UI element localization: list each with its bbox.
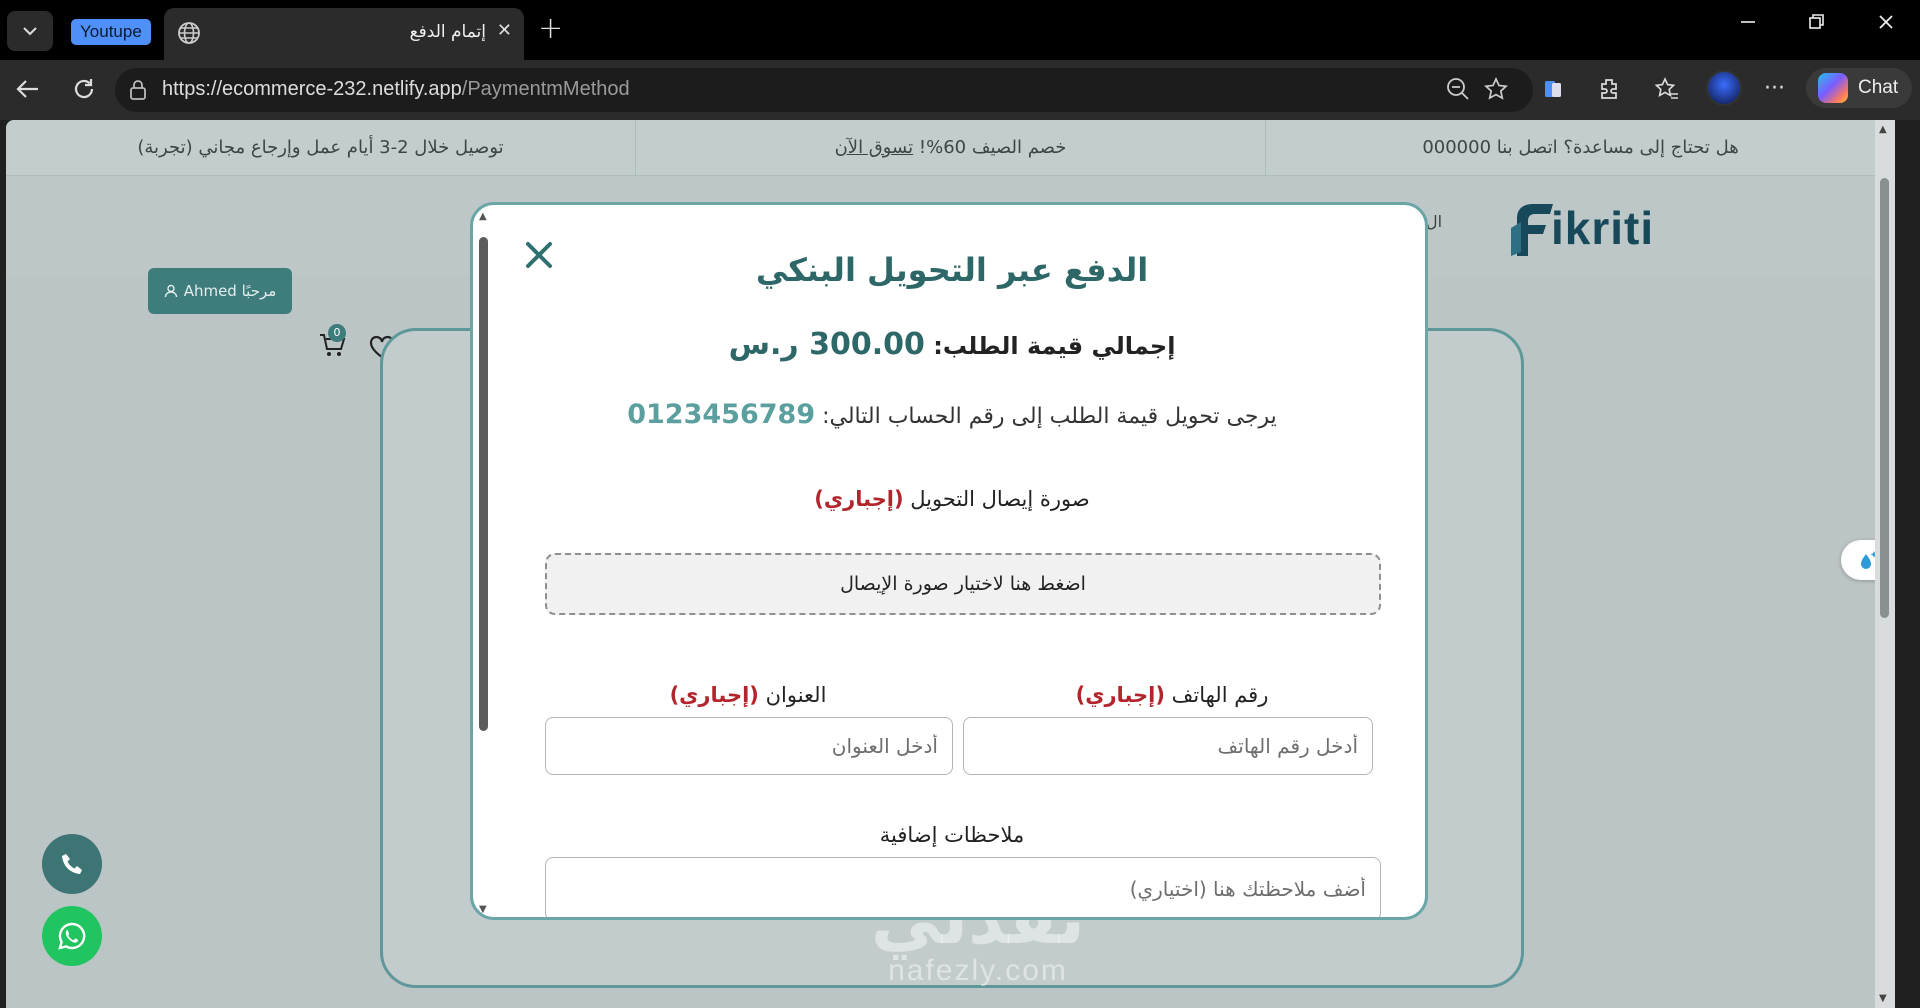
browser-tab-bar: Youtupe إتمام الدفع ✕ +	[0, 0, 1920, 60]
address-label: العنوان (إجباري)	[545, 683, 951, 707]
notes-label: ملاحظات إضافية	[879, 823, 1025, 847]
upload-prompt: اضغط هنا لاختيار صورة الإيصال	[840, 573, 1086, 595]
chat-label: Chat	[1858, 77, 1899, 98]
url-text: https://ecommerce-232.netlify.app/Paymen…	[162, 78, 630, 101]
address-input[interactable]	[545, 717, 953, 775]
globe-icon	[176, 20, 202, 50]
scroll-down-arrow-icon[interactable]: ▼	[1879, 993, 1887, 1004]
receipt-label: صورة إيصال التحويل (إجباري)	[473, 487, 1425, 511]
shop-now-link[interactable]: تسوق الآن	[835, 137, 914, 158]
required-tag: (إجباري)	[669, 683, 759, 707]
logo-mark-icon	[1511, 204, 1553, 256]
help-announcement: هل تحتاج إلى مساعدة؟ اتصل بنا 000000	[1265, 120, 1895, 175]
total-amount: 300.00 ر.س	[728, 327, 925, 362]
phone-label-text: رقم الهاتف	[1171, 683, 1269, 707]
more-icon[interactable]: ···	[1764, 76, 1785, 101]
restore-icon[interactable]	[1806, 12, 1826, 37]
browser-toolbar: https://ecommerce-232.netlify.app/Paymen…	[0, 60, 1920, 120]
bank-transfer-modal: ▲ ▼ الدفع عبر التحويل البنكي إجمالي قيمة…	[470, 202, 1428, 920]
delivery-announcement: توصيل خلال 2-3 أيام عمل وإرجاع مجاني (تج…	[6, 120, 635, 175]
close-icon[interactable]: ✕	[497, 20, 512, 41]
transfer-instruction: يرجى تحويل قيمة الطلب إلى رقم الحساب الت…	[473, 399, 1425, 430]
instruction-text: يرجى تحويل قيمة الطلب إلى رقم الحساب الت…	[822, 404, 1277, 429]
phone-icon[interactable]	[42, 834, 102, 894]
modal-scroll-down-icon[interactable]: ▼	[479, 904, 487, 915]
active-tab[interactable]: إتمام الدفع ✕	[164, 8, 524, 60]
scroll-up-arrow-icon[interactable]: ▲	[1879, 124, 1887, 135]
site-logo[interactable]: ikriti	[1509, 200, 1654, 256]
refresh-icon[interactable]	[70, 75, 98, 109]
tab-title: إتمام الدفع	[409, 22, 486, 42]
receipt-label-text: صورة إيصال التحويل	[910, 487, 1090, 511]
receipt-upload-area[interactable]: اضغط هنا لاختيار صورة الإيصال	[545, 553, 1381, 615]
lock-icon[interactable]	[128, 79, 148, 105]
address-bar[interactable]: https://ecommerce-232.netlify.app/Paymen…	[115, 68, 1533, 112]
sale-text: خصم الصيف 60%!	[918, 137, 1067, 158]
logo-text: ikriti	[1551, 202, 1655, 254]
sale-announcement: خصم الصيف 60%! تسوق الآن	[635, 120, 1265, 175]
copilot-icon	[1818, 73, 1848, 103]
collections-icon[interactable]	[1540, 76, 1566, 108]
whatsapp-icon[interactable]	[42, 906, 102, 966]
phone-label: رقم الهاتف (إجباري)	[963, 683, 1381, 707]
user-icon	[164, 284, 177, 298]
window-close-icon[interactable]	[1876, 12, 1896, 37]
phone-input[interactable]	[963, 717, 1373, 775]
order-total: إجمالي قيمة الطلب: 300.00 ر.س	[473, 327, 1425, 362]
modal-scroll-thumb[interactable]	[479, 237, 488, 731]
welcome-label: مرحبًا Ahmed	[183, 282, 277, 300]
tab-group-label[interactable]: Youtupe	[71, 19, 151, 45]
back-icon[interactable]	[14, 75, 42, 109]
address-label-text: العنوان	[765, 683, 827, 707]
notes-input[interactable]	[545, 857, 1381, 917]
required-tag: (إجباري)	[1075, 683, 1165, 707]
account-number: 0123456789	[627, 399, 816, 430]
star-icon[interactable]	[1483, 76, 1509, 108]
favorites-icon[interactable]	[1654, 76, 1680, 108]
modal-title: الدفع عبر التحويل البنكي	[755, 251, 1149, 289]
modal-scrollbar[interactable]: ▲ ▼	[477, 211, 491, 915]
modal-scroll-up-icon[interactable]: ▲	[479, 211, 487, 222]
zoom-out-icon[interactable]	[1445, 76, 1471, 108]
chat-button[interactable]: Chat	[1806, 68, 1913, 108]
announcement-bar: هل تحتاج إلى مساعدة؟ اتصل بنا 000000 خصم…	[6, 120, 1895, 176]
help-text: هل تحتاج إلى مساعدة؟ اتصل بنا 000000	[1422, 137, 1739, 158]
total-label: إجمالي قيمة الطلب:	[933, 332, 1176, 360]
page-scroll-thumb[interactable]	[1880, 178, 1889, 618]
plus-icon[interactable]: +	[538, 14, 563, 44]
tab-list-icon[interactable]	[7, 11, 53, 51]
required-tag: (إجباري)	[814, 487, 904, 511]
nav-fragment[interactable]: ال	[1426, 212, 1442, 231]
cart-count-badge: 0	[328, 324, 346, 342]
url-host: https://ecommerce-232.netlify.app	[162, 78, 462, 100]
url-path: /PaymentmMethod	[461, 78, 630, 100]
extensions-icon[interactable]	[1596, 76, 1622, 108]
profile-avatar[interactable]	[1706, 70, 1742, 106]
user-welcome-button[interactable]: مرحبًا Ahmed	[148, 268, 292, 314]
watermark-latin: nafezly.com	[888, 954, 1068, 987]
page-scrollbar[interactable]: ▲ ▼	[1875, 120, 1895, 1008]
delivery-text: توصيل خلال 2-3 أيام عمل وإرجاع مجاني (تج…	[137, 137, 504, 158]
minimize-icon[interactable]	[1738, 12, 1758, 37]
